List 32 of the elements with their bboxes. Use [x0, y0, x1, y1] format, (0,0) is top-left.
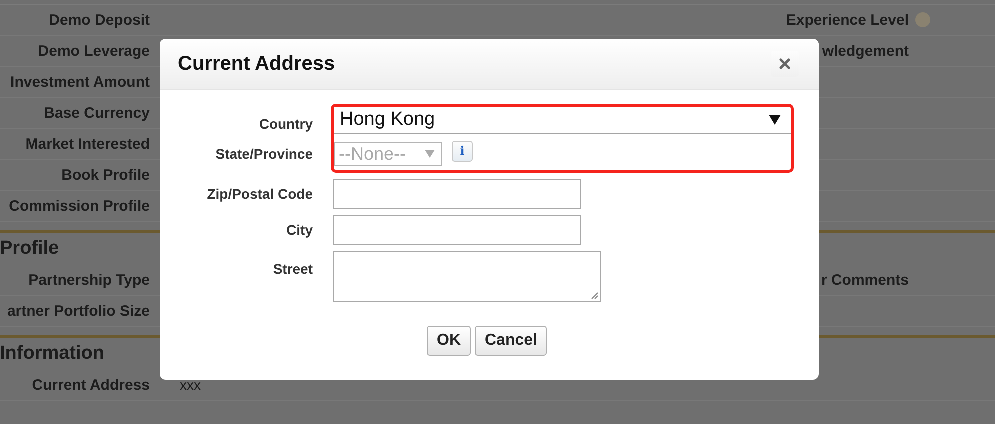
field-label: Partnership Type	[28, 272, 151, 288]
field-label: Commission Profile	[8, 198, 151, 214]
field-label: r Comments	[820, 272, 909, 288]
field-label: wledgement	[821, 42, 909, 60]
field-label: Experience Level	[785, 12, 909, 28]
field-label: Market Interested	[24, 136, 151, 152]
field-label: artner Portfolio Size	[6, 302, 151, 320]
cancel-button[interactable]: Cancel	[475, 326, 548, 356]
dialog-title: Current Address	[178, 52, 336, 76]
close-icon	[779, 58, 791, 70]
caret-icon	[769, 115, 781, 125]
field-label: Investment Amount	[10, 74, 151, 90]
field-label: Street	[272, 260, 313, 279]
field-label: Country	[258, 115, 313, 134]
field-label: City	[286, 221, 313, 240]
caret-icon	[425, 150, 435, 158]
resize-grip-icon[interactable]	[591, 292, 599, 300]
field-value: xxx	[180, 377, 201, 393]
field-label: Base Currency	[43, 104, 151, 122]
section-heading: Profile	[0, 237, 60, 261]
field-label: Demo Leverage	[37, 42, 151, 60]
field-label: Book Profile	[60, 166, 151, 184]
input-field[interactable]	[333, 179, 581, 209]
section-heading: Information	[0, 342, 104, 366]
field-label: State/Province	[214, 145, 313, 164]
input-field[interactable]	[333, 215, 581, 245]
field-label: Zip/Postal Code	[206, 185, 313, 204]
text-area[interactable]	[333, 251, 601, 302]
help-icon[interactable]	[915, 12, 931, 28]
field-label: Current Address	[31, 376, 151, 394]
field-label: Demo Deposit	[48, 12, 151, 28]
ok-button[interactable]: OK	[427, 326, 471, 356]
